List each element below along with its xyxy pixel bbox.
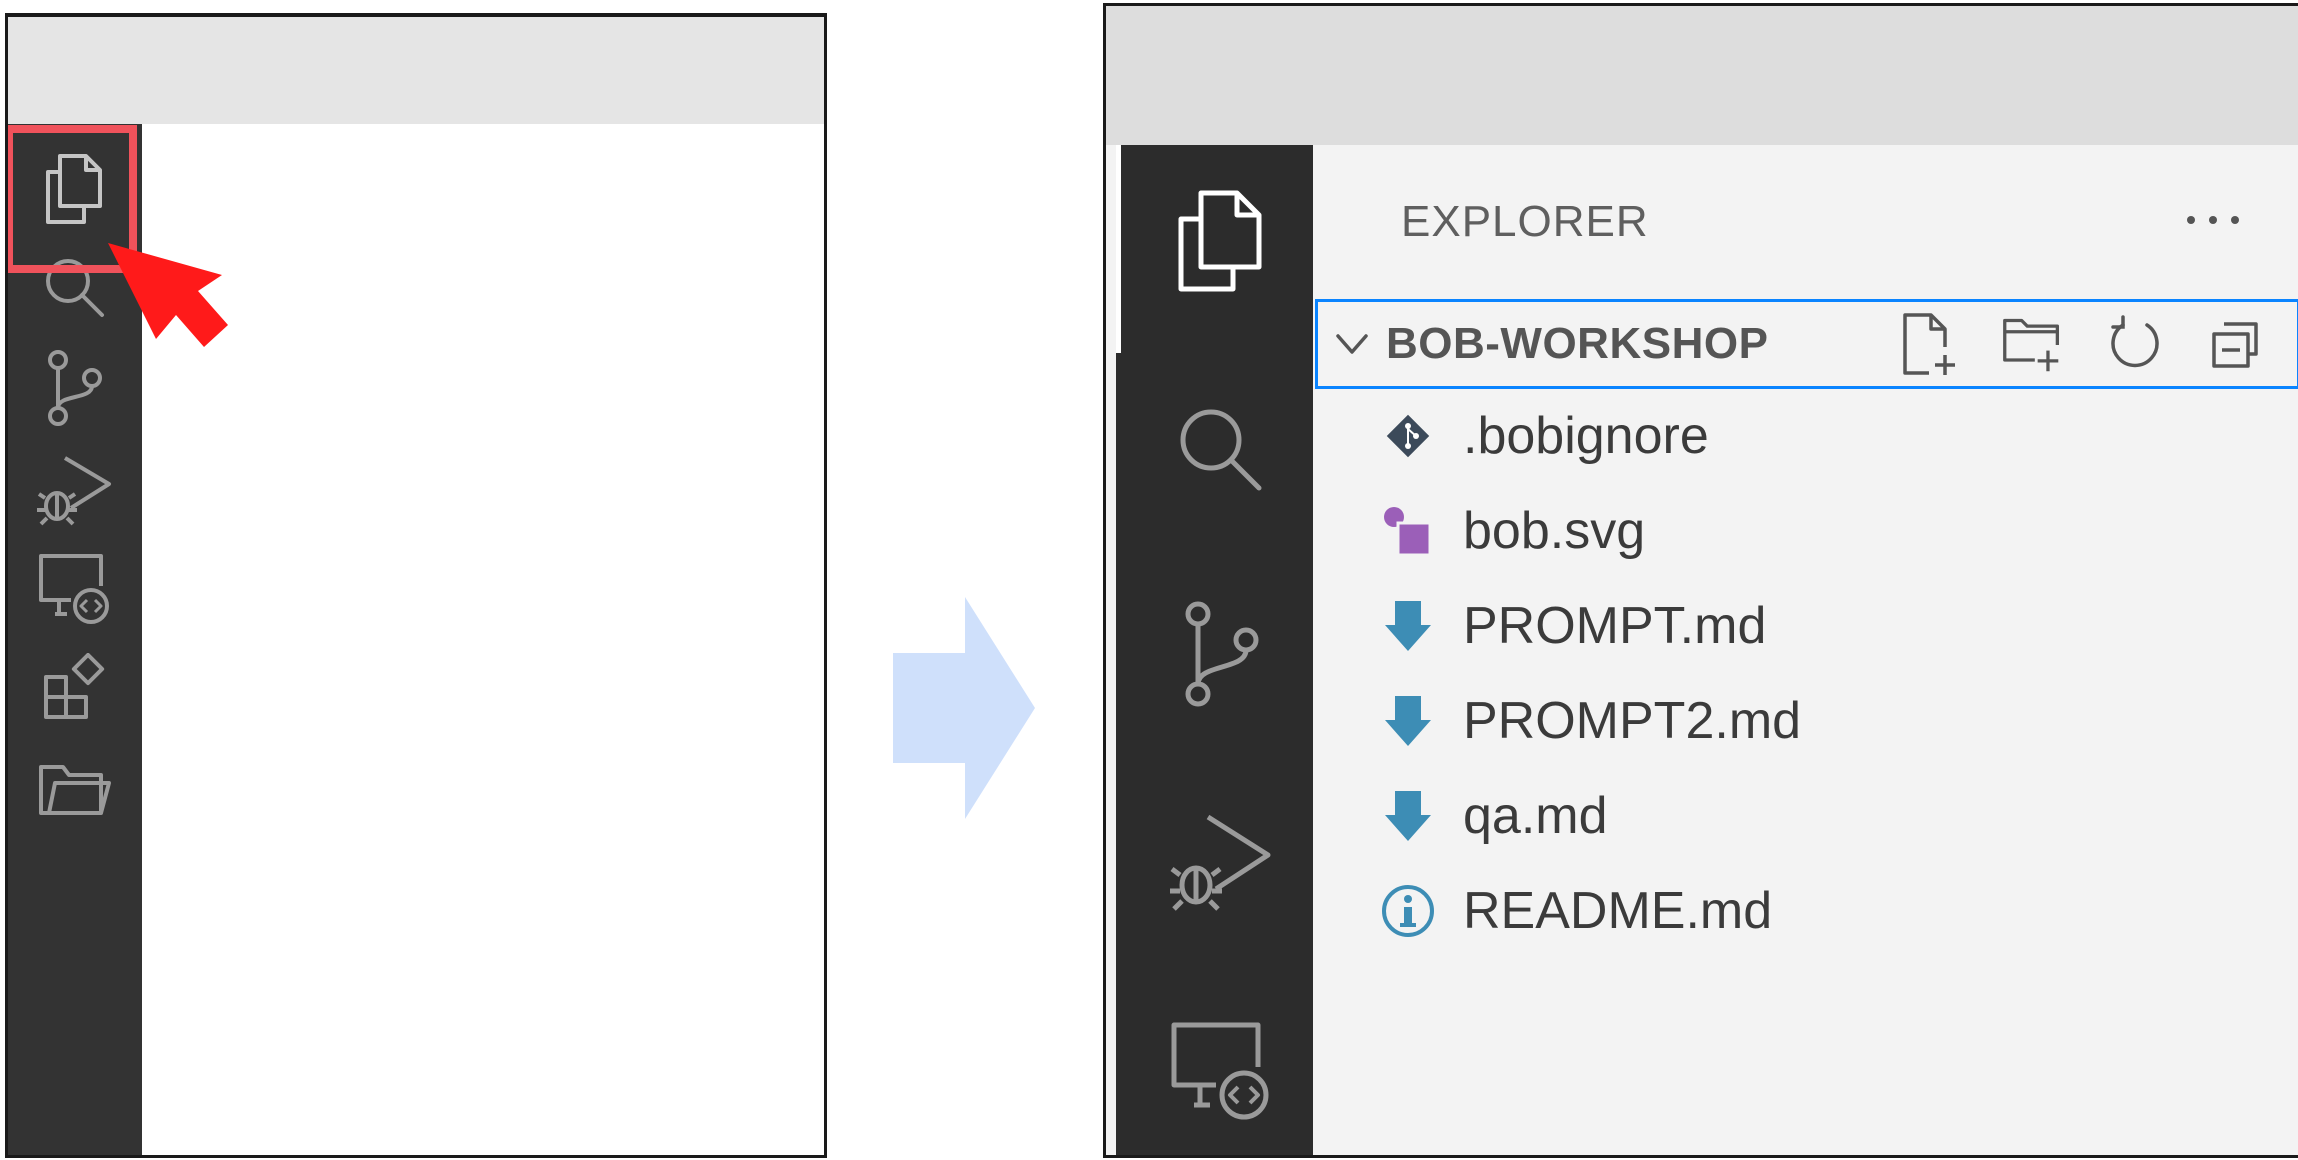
svg-file-icon bbox=[1378, 501, 1438, 561]
file-row[interactable]: qa.md bbox=[1313, 768, 2293, 863]
folder-icon[interactable] bbox=[25, 738, 125, 838]
remote-explorer-icon[interactable] bbox=[25, 538, 125, 638]
file-row[interactable]: bob.svg bbox=[1313, 483, 2293, 578]
title-bar bbox=[1106, 6, 2298, 145]
file-name: bob.svg bbox=[1463, 501, 1646, 560]
info-icon bbox=[1378, 881, 1438, 941]
after-window: EXPLORER BOB-WORKSHOP .bobignore bob.svg… bbox=[1103, 3, 2298, 1158]
more-actions-icon[interactable] bbox=[2183, 205, 2243, 235]
file-row[interactable]: README.md bbox=[1313, 863, 2293, 958]
file-name: README.md bbox=[1463, 881, 1773, 940]
folder-actions bbox=[1899, 302, 2267, 386]
explorer-icon[interactable] bbox=[1156, 175, 1286, 305]
file-name: .bobignore bbox=[1463, 406, 1709, 465]
explorer-sidebar: EXPLORER BOB-WORKSHOP .bobignore bob.svg… bbox=[1313, 145, 2298, 1155]
file-row[interactable]: PROMPT.md bbox=[1313, 578, 2293, 673]
markdown-arrow-icon bbox=[1378, 596, 1438, 656]
refresh-icon[interactable] bbox=[2103, 313, 2165, 375]
source-control-icon[interactable] bbox=[1156, 590, 1286, 720]
run-debug-icon[interactable] bbox=[25, 438, 125, 538]
extensions-icon[interactable] bbox=[25, 638, 125, 738]
workspace-folder-name: BOB-WORKSHOP bbox=[1386, 319, 1769, 368]
pointer-arrow-icon bbox=[108, 243, 228, 347]
search-icon[interactable] bbox=[1156, 385, 1286, 515]
activity-bar bbox=[1116, 145, 1313, 1155]
new-folder-icon[interactable] bbox=[2001, 313, 2063, 375]
workspace-folder-header[interactable]: BOB-WORKSHOP bbox=[1315, 299, 2298, 389]
new-file-icon[interactable] bbox=[1899, 313, 1961, 375]
explorer-title: EXPLORER bbox=[1401, 197, 1649, 246]
remote-explorer-icon[interactable] bbox=[1156, 1005, 1286, 1135]
collapse-all-icon[interactable] bbox=[2205, 313, 2267, 375]
file-name: qa.md bbox=[1463, 786, 1608, 845]
markdown-arrow-icon bbox=[1378, 691, 1438, 751]
transition-arrow-icon bbox=[893, 597, 1035, 819]
file-name: PROMPT.md bbox=[1463, 596, 1767, 655]
file-name: PROMPT2.md bbox=[1463, 691, 1802, 750]
run-debug-icon[interactable] bbox=[1156, 795, 1286, 925]
file-row[interactable]: PROMPT2.md bbox=[1313, 673, 2293, 768]
markdown-arrow-icon bbox=[1378, 786, 1438, 846]
title-bar bbox=[8, 17, 824, 124]
file-row[interactable]: .bobignore bbox=[1313, 388, 2293, 483]
git-diamond-icon bbox=[1378, 406, 1438, 466]
chevron-down-icon[interactable] bbox=[1332, 324, 1372, 364]
active-indicator bbox=[1116, 145, 1121, 353]
before-window bbox=[5, 13, 827, 1158]
